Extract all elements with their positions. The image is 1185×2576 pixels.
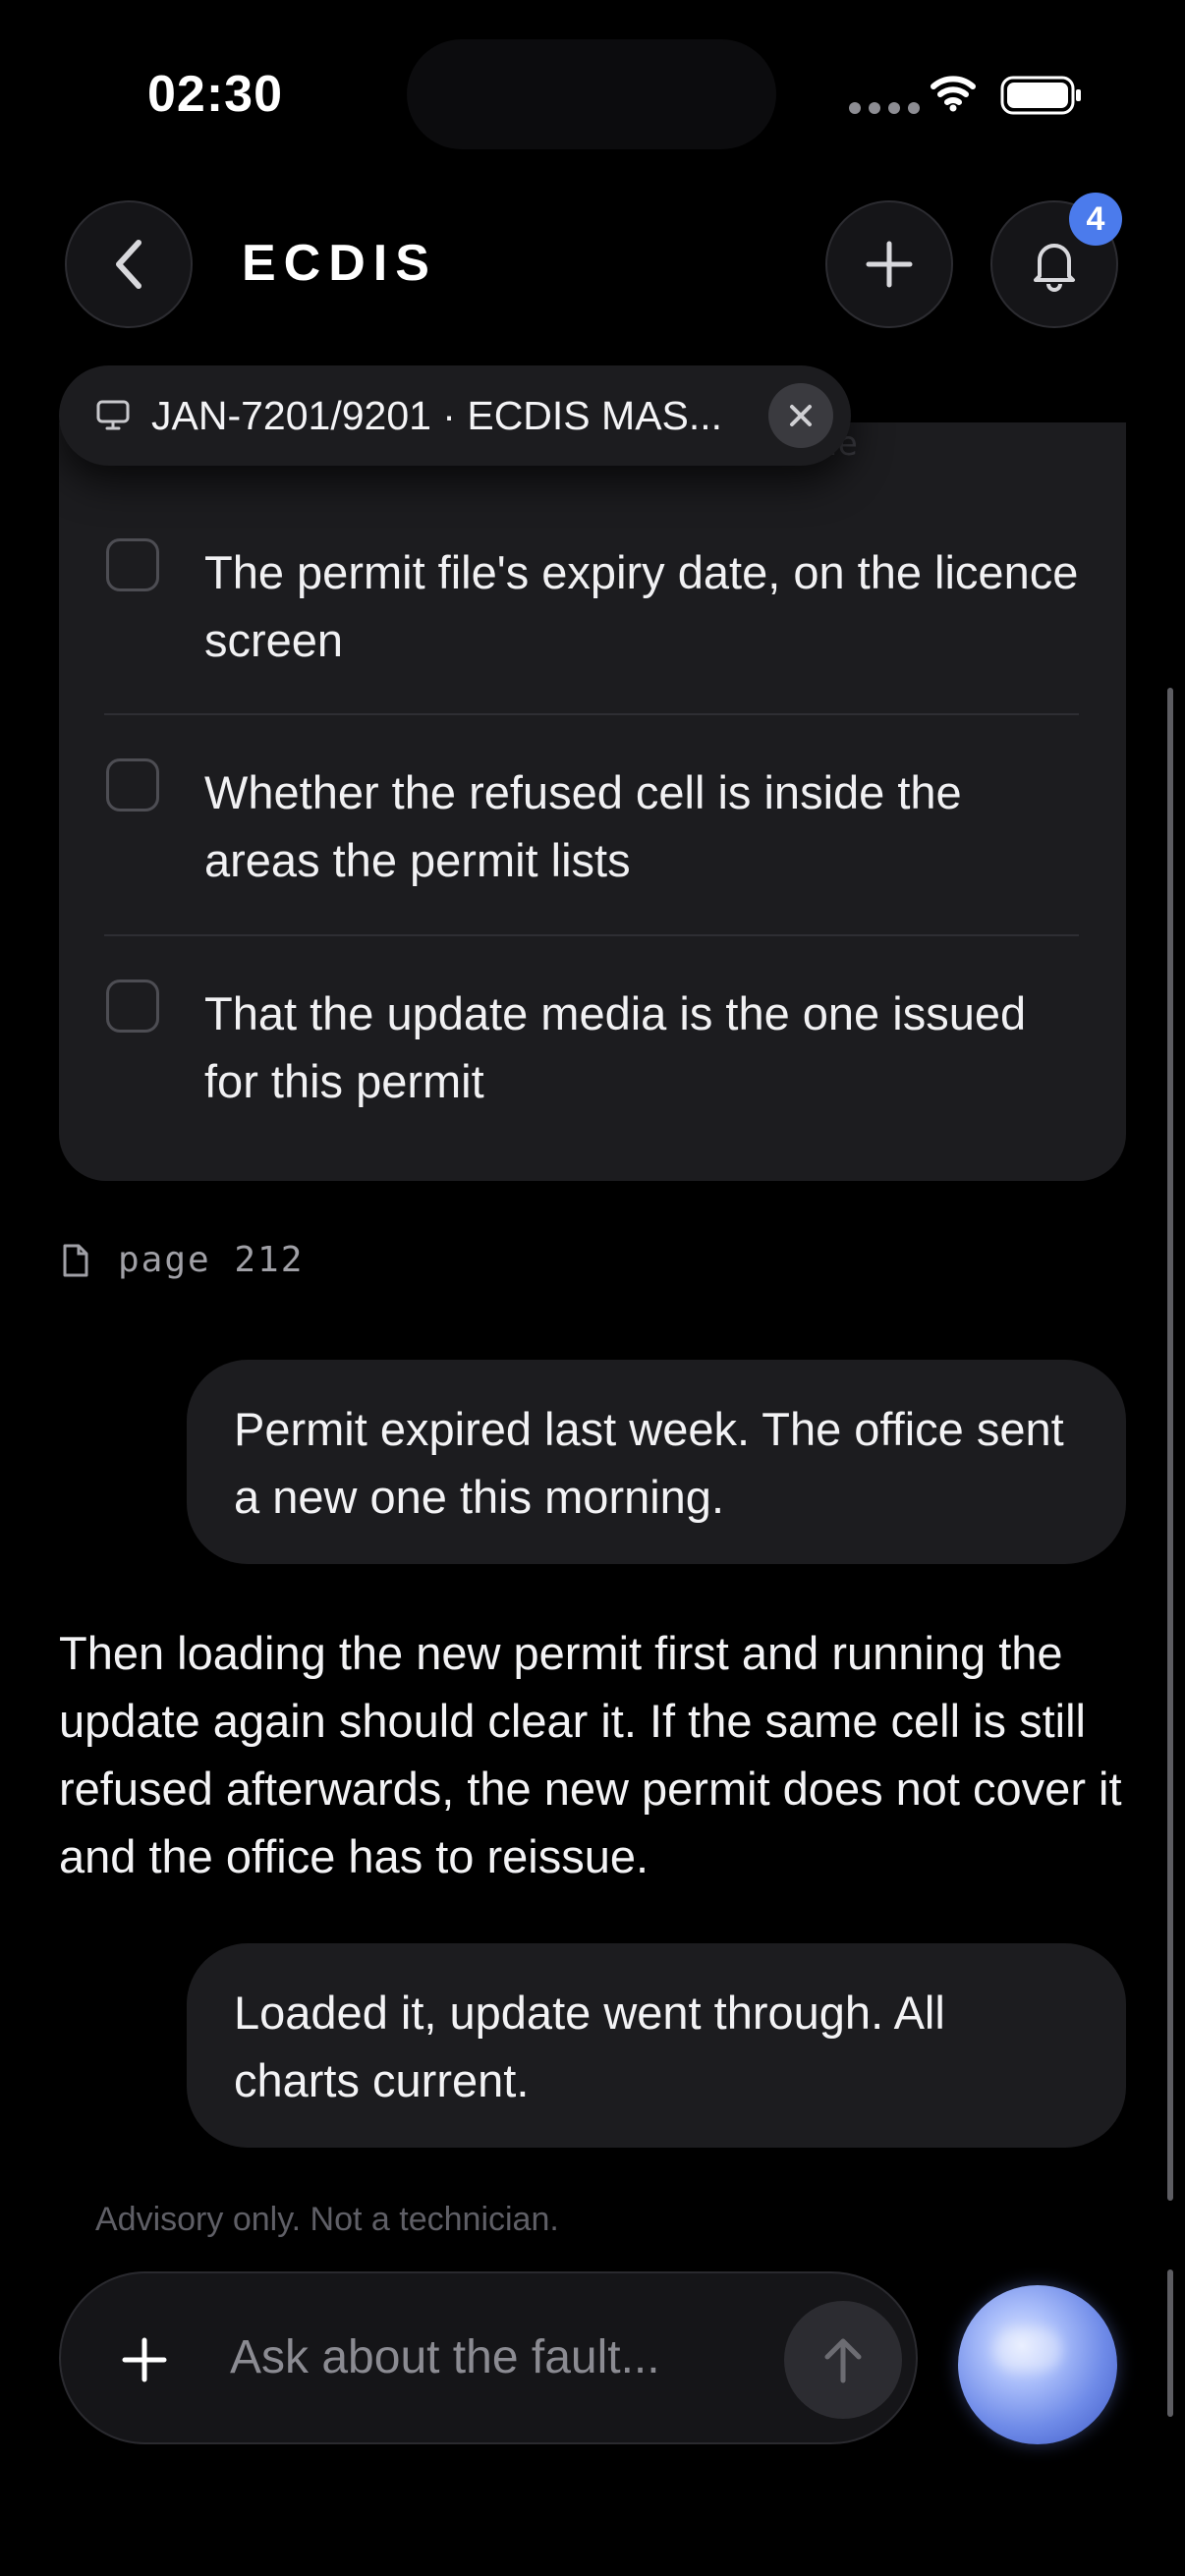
scrollbar[interactable]: [1167, 2269, 1173, 2417]
divider: [104, 713, 1079, 715]
user-message: Permit expired last week. The office sen…: [187, 1360, 1126, 1564]
checkbox[interactable]: [106, 538, 159, 591]
checkbox[interactable]: [106, 758, 159, 812]
checkbox[interactable]: [106, 980, 159, 1033]
cellular-signal-icon: [849, 102, 920, 114]
plus-icon: [866, 241, 913, 288]
disclaimer: Advisory only. Not a technician.: [95, 2201, 559, 2238]
notification-badge: 4: [1069, 193, 1122, 246]
status-time: 02:30: [147, 66, 283, 123]
back-button[interactable]: [65, 200, 193, 328]
voice-assistant-orb[interactable]: [958, 2285, 1117, 2444]
checklist-item: That the update media is the one issued …: [204, 987, 1027, 1107]
chevron-left-icon: [116, 240, 141, 289]
user-message: Loaded it, update went through. All char…: [187, 1943, 1126, 2148]
wifi-icon: [930, 75, 977, 117]
new-chat-button[interactable]: [825, 200, 953, 328]
remove-context-button[interactable]: [768, 383, 833, 448]
source-page-link[interactable]: page 212: [118, 1240, 304, 1280]
plus-icon: [122, 2337, 167, 2382]
arrow-up-icon: [824, 2338, 862, 2383]
document-icon: [61, 1244, 90, 1282]
battery-icon: [1000, 75, 1083, 121]
page-title: ECDIS: [242, 235, 437, 292]
scrollbar[interactable]: [1167, 688, 1173, 2201]
checklist-item: Whether the refused cell is inside the a…: [204, 766, 962, 886]
dynamic-island: [407, 39, 776, 149]
close-icon: [790, 405, 812, 426]
checklist-item: The permit file's expiry date, on the li…: [204, 546, 1079, 666]
monitor-icon: [96, 400, 130, 430]
assistant-message: Then loading the new permit first and ru…: [59, 1627, 1122, 1882]
message-input[interactable]: Ask about the fault...: [230, 2330, 660, 2384]
context-chip-label: JAN-7201/9201 · ECDIS MAS...: [151, 392, 723, 438]
divider: [104, 934, 1079, 936]
send-button[interactable]: [784, 2301, 902, 2419]
attach-button[interactable]: [122, 2337, 167, 2387]
context-chip[interactable]: JAN-7201/9201 · ECDIS MAS...: [59, 365, 851, 466]
bell-icon: [1034, 244, 1075, 292]
